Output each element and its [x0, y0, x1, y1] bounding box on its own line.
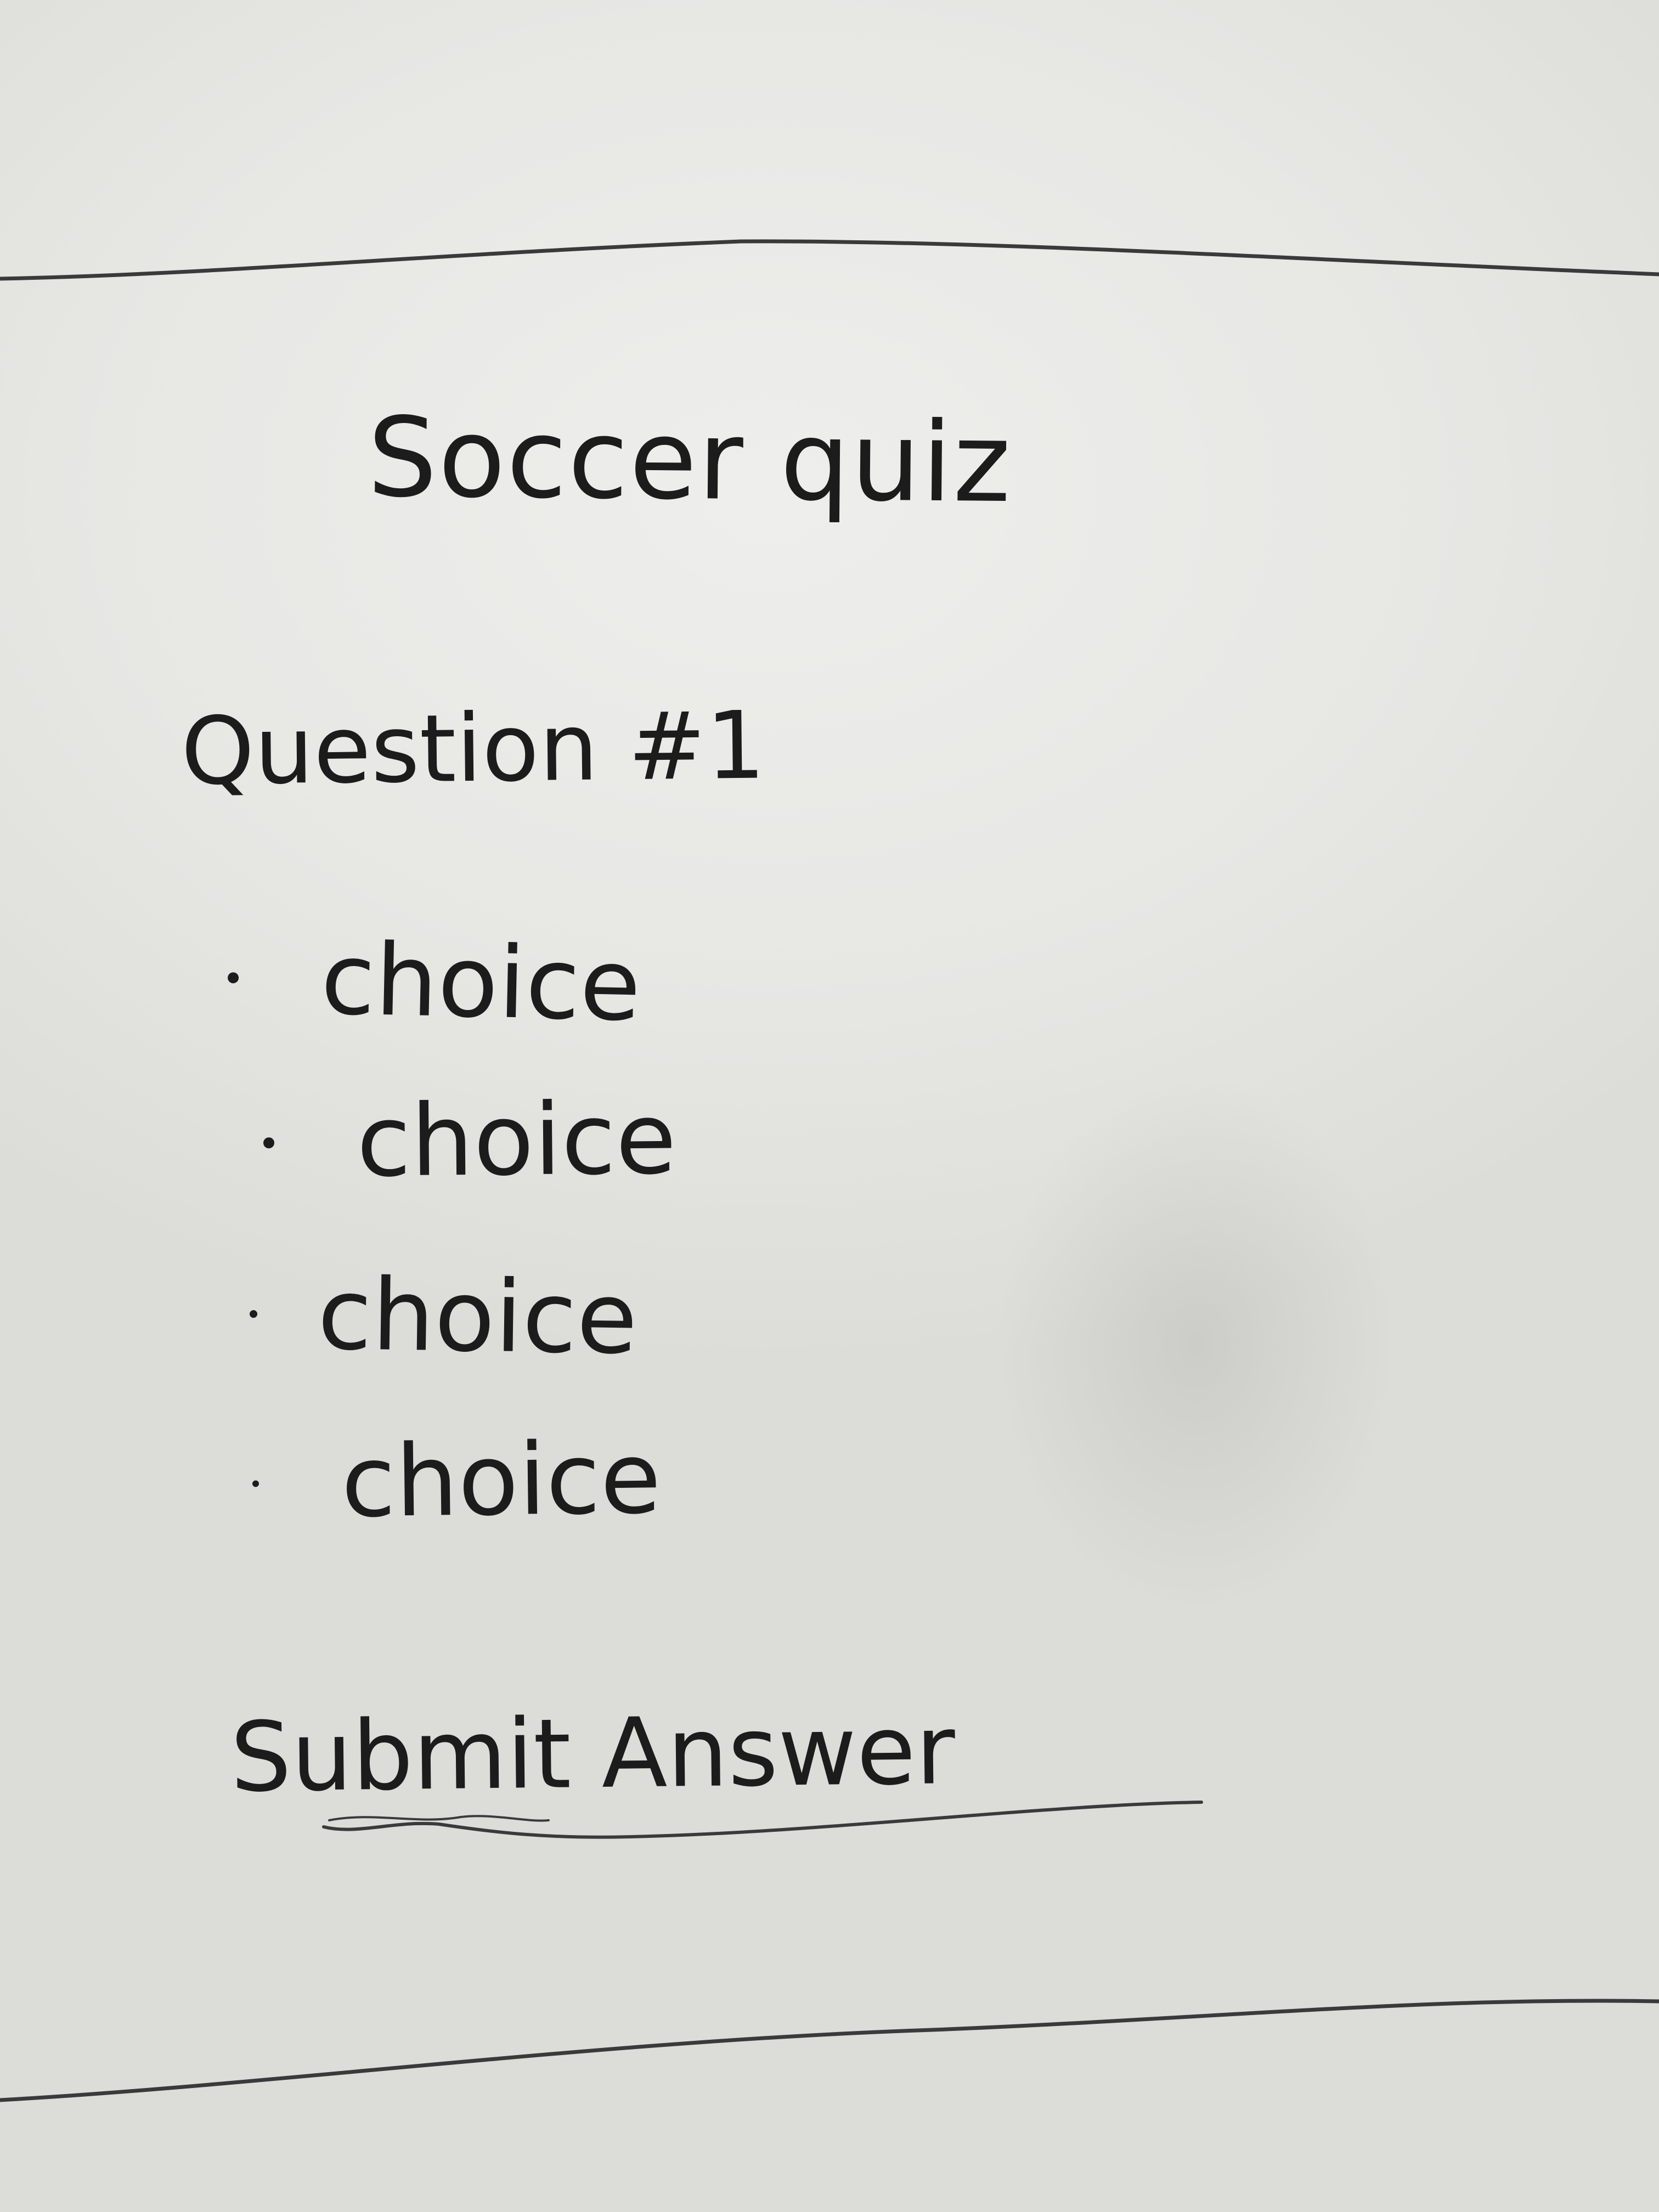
choice-label: choice [317, 1257, 639, 1376]
choice-option-3[interactable]: choice [249, 1257, 639, 1376]
submit-answer-button[interactable]: Submit Answer [230, 1695, 956, 1814]
sketch-lines [0, 239, 1659, 2102]
bullet-dot-icon [252, 1480, 259, 1487]
bottom-frame-line [0, 1999, 1659, 2102]
choice-option-1[interactable]: choice [227, 922, 642, 1043]
question-label: Question #1 [180, 691, 766, 806]
choice-label: choice [340, 1421, 662, 1540]
bullet-dot-icon [249, 1310, 258, 1318]
choice-option-2[interactable]: choice [263, 1081, 677, 1199]
choice-label: choice [356, 1081, 677, 1199]
bullet-dot-icon [227, 972, 239, 984]
submit-underline-scribble [328, 1815, 550, 1822]
choice-option-4[interactable]: choice [252, 1421, 662, 1540]
top-frame-line [0, 239, 1659, 281]
choice-label: choice [319, 922, 642, 1043]
bullet-dot-icon [263, 1137, 275, 1149]
page-title: Soccer quiz [367, 393, 1013, 528]
